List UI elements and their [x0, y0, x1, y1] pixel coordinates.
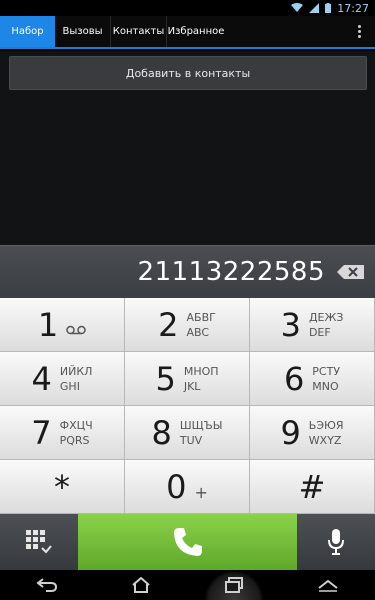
backspace-icon	[337, 265, 364, 279]
key-star[interactable]: *	[0, 460, 125, 514]
status-time: 17:27	[337, 1, 369, 15]
dialpad-toggle-button[interactable]	[0, 514, 78, 570]
home-button[interactable]	[111, 570, 171, 600]
key-1[interactable]: 1	[0, 298, 125, 352]
key-6[interactable]: 6 РСТУ MNO	[250, 352, 375, 406]
voice-input-button[interactable]	[297, 514, 375, 570]
call-button[interactable]	[78, 514, 297, 570]
key-9[interactable]: 9 ЬЭЮЯ WXYZ	[250, 406, 375, 460]
key-5[interactable]: 5 МНОП JKL	[125, 352, 250, 406]
dialer-content: Добавить в контакты	[0, 51, 375, 245]
overflow-menu-icon[interactable]	[343, 16, 375, 47]
status-bar: 17:27	[0, 0, 375, 16]
home-icon	[131, 577, 150, 593]
chevron-up-icon	[318, 579, 338, 592]
back-icon	[36, 578, 57, 592]
system-nav-bar	[0, 570, 375, 600]
phone-icon	[173, 528, 202, 556]
recent-apps-icon	[225, 577, 244, 593]
key-0[interactable]: 0 +	[125, 460, 250, 514]
tab-dial[interactable]: Набор	[0, 16, 55, 47]
key-2[interactable]: 2 АБВГ ABC	[125, 298, 250, 352]
back-button[interactable]	[17, 570, 77, 600]
menu-button[interactable]	[298, 570, 358, 600]
wifi-icon	[291, 3, 304, 12]
recent-apps-button[interactable]	[204, 570, 265, 600]
tab-calls[interactable]: Вызовы	[55, 16, 111, 47]
dialed-number: 21113222585	[137, 257, 325, 287]
keypad: 1 2 АБВГ ABC 3 ДЕЖЗ DEF 4 ИЙКЛ GHI 5 МНОП JK…	[0, 298, 375, 514]
battery-icon	[325, 3, 332, 13]
microphone-icon	[328, 529, 344, 555]
key-8[interactable]: 8 ШЩЪЫ TUV	[125, 406, 250, 460]
backspace-button[interactable]	[335, 263, 367, 281]
tab-contacts[interactable]: Контакты	[111, 16, 167, 47]
dialer-actions	[0, 514, 375, 570]
number-display: 21113222585	[0, 245, 375, 298]
tab-bar: Набор Вызовы Контакты Избранное	[0, 16, 375, 49]
tab-favorites[interactable]: Избранное	[167, 16, 225, 47]
key-4[interactable]: 4 ИЙКЛ GHI	[0, 352, 125, 406]
key-3[interactable]: 3 ДЕЖЗ DEF	[250, 298, 375, 352]
voicemail-icon	[66, 325, 86, 334]
dialpad-icon	[26, 530, 52, 554]
key-7[interactable]: 7 ФХЦЧ PQRS	[0, 406, 125, 460]
key-hash[interactable]: #	[250, 460, 375, 514]
signal-icon	[309, 3, 320, 13]
add-to-contacts-button[interactable]: Добавить в контакты	[9, 56, 367, 90]
